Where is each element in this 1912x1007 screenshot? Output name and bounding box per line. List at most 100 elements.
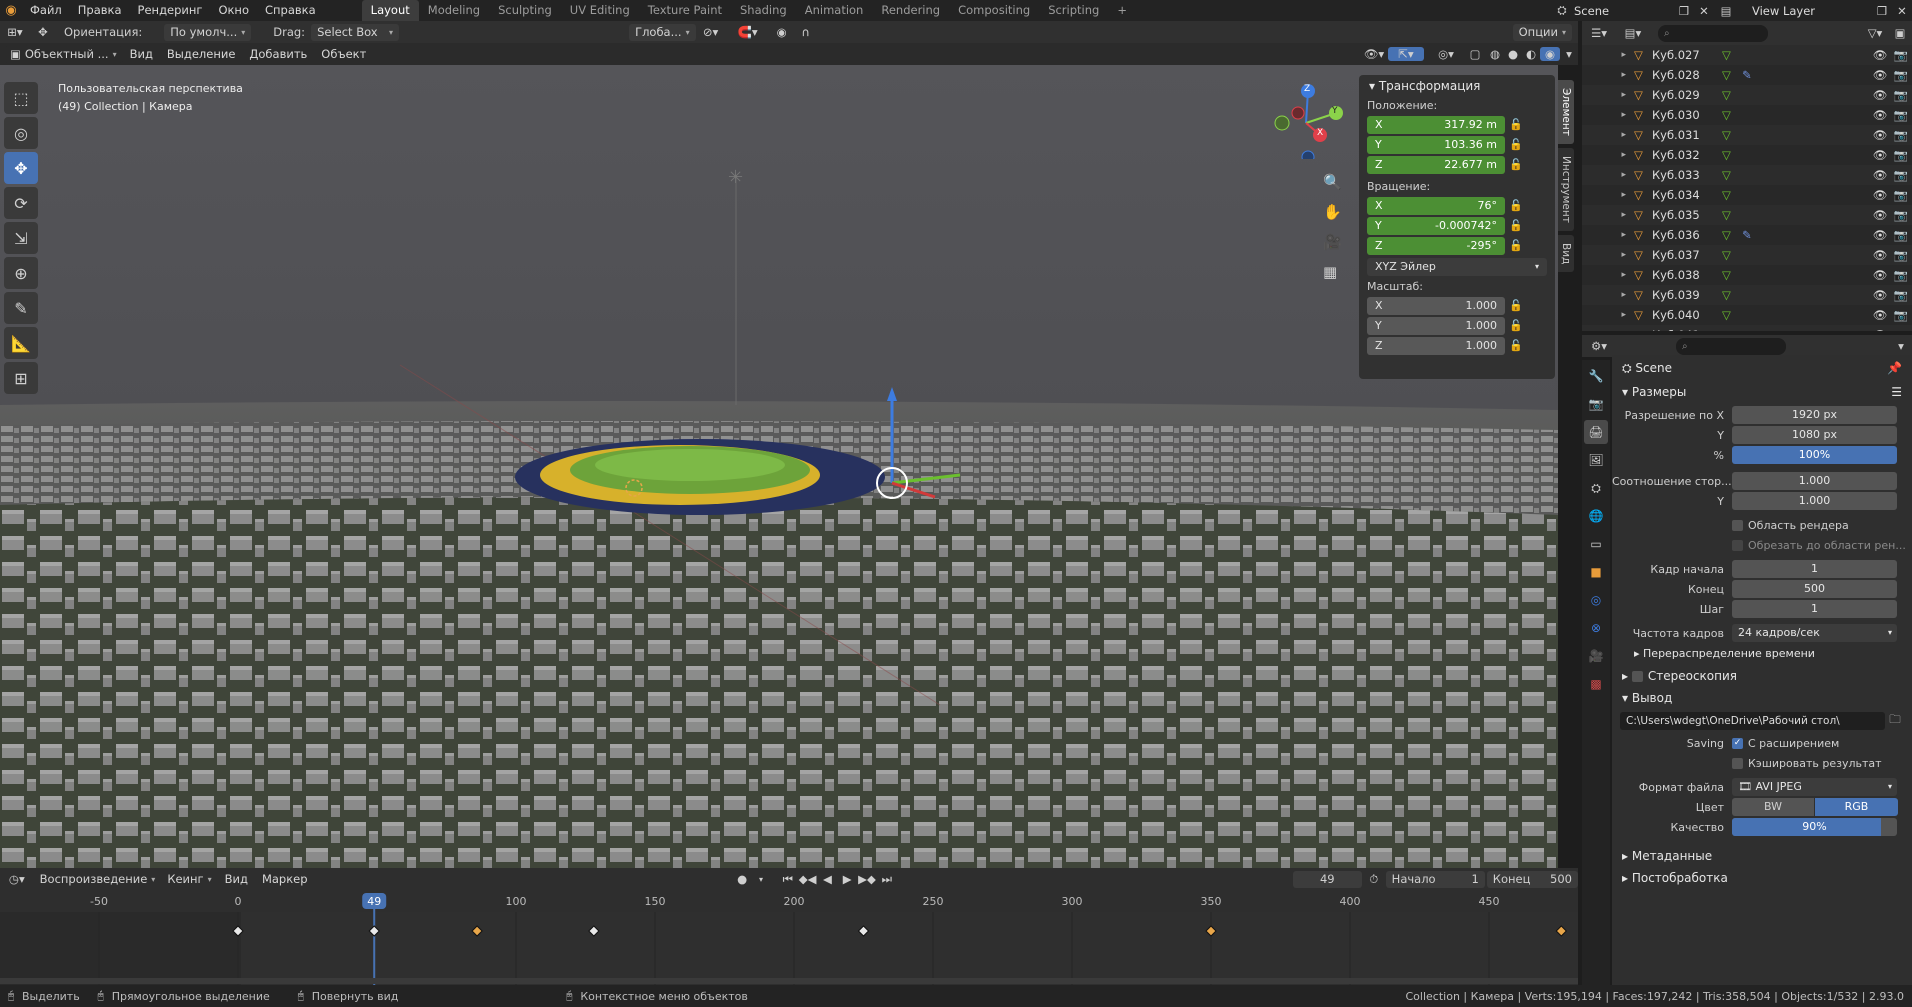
- scale-x-field[interactable]: X 1.000: [1367, 296, 1505, 315]
- display-mode-icon[interactable]: ▤▾: [1616, 26, 1650, 40]
- output-tab-icon[interactable]: 🖨: [1584, 420, 1608, 444]
- menu-help[interactable]: Справка: [257, 0, 324, 21]
- outliner-row[interactable]: ▸ ▽ Куб.032 ▽ 👁 📷: [1582, 145, 1912, 165]
- falloff-icon[interactable]: ∩: [794, 25, 818, 39]
- prev-keyframe-icon[interactable]: ◆◀: [798, 872, 818, 886]
- play-reverse-icon[interactable]: ◀: [817, 872, 837, 886]
- outliner-row[interactable]: ▸ ▽ Куб.038 ▽ 👁 📷: [1582, 265, 1912, 285]
- 3d-viewport[interactable]: ✳ Пользовательская перспектива (49) Coll…: [0, 65, 1558, 868]
- outliner-item-label[interactable]: Куб.041: [1652, 328, 1722, 331]
- file-format-dropdown[interactable]: 🎞 AVI JPEG ▾: [1732, 778, 1897, 796]
- view-layer-tab-icon[interactable]: 🖼: [1584, 448, 1608, 472]
- section-output[interactable]: ▾ Вывод: [1612, 687, 1912, 709]
- record-icon[interactable]: ●: [730, 872, 754, 886]
- tab-item[interactable]: Элемент: [1558, 80, 1574, 144]
- visibility-eye-icon[interactable]: 👁: [1870, 168, 1890, 182]
- location-x-field[interactable]: X 317.92 m: [1367, 115, 1505, 134]
- timeline-view-menu[interactable]: Вид: [218, 872, 255, 886]
- render-camera-icon[interactable]: 📷: [1890, 68, 1912, 82]
- outliner-row[interactable]: ▸ ▽ Куб.035 ▽ 👁 📷: [1582, 205, 1912, 225]
- world-tab-icon[interactable]: 🌐: [1584, 504, 1608, 528]
- properties-options-icon[interactable]: ▾: [1890, 339, 1912, 353]
- rotate-icon[interactable]: ⟳: [4, 187, 38, 219]
- location-y-field[interactable]: Y 103.36 m: [1367, 135, 1505, 154]
- mode-dropdown[interactable]: ▣ Объектный ... ▾: [4, 45, 123, 63]
- end-field[interactable]: Конец 500: [1486, 870, 1578, 888]
- lock-icon[interactable]: 🔓: [1505, 158, 1527, 171]
- timeline-scrollbar[interactable]: [0, 978, 1578, 984]
- measure-icon[interactable]: 📐: [4, 327, 38, 359]
- lock-icon[interactable]: 🔓: [1505, 319, 1527, 332]
- outliner-item-label[interactable]: Куб.030: [1652, 108, 1722, 122]
- expand-arrow-icon[interactable]: ▸: [1582, 310, 1634, 320]
- play-icon[interactable]: ▶: [837, 872, 857, 886]
- menu-file[interactable]: Файл: [22, 0, 70, 21]
- rotation-y-field[interactable]: Y -0.000742°: [1367, 216, 1505, 235]
- render-camera-icon[interactable]: 📷: [1890, 188, 1912, 202]
- xray-icon[interactable]: ▢: [1464, 47, 1486, 61]
- start-field[interactable]: Начало 1: [1385, 870, 1485, 888]
- texture-tab-icon[interactable]: ▩: [1584, 672, 1608, 696]
- add-workspace-icon[interactable]: +: [1108, 0, 1136, 21]
- pivot-icon[interactable]: ⊘▾: [696, 25, 726, 39]
- outliner-row[interactable]: ▸ ▽ Куб.027 ▽ 👁 📷: [1582, 45, 1912, 65]
- expand-arrow-icon[interactable]: ▸: [1582, 90, 1634, 100]
- properties-editor-icon[interactable]: ⚙▾: [1582, 339, 1616, 353]
- render-camera-icon[interactable]: 📷: [1890, 88, 1912, 102]
- cache-result-checkbox[interactable]: [1732, 757, 1743, 769]
- proportional-edit-icon[interactable]: ◉: [770, 25, 794, 39]
- rendered-shading-icon[interactable]: ◉: [1540, 47, 1560, 61]
- lock-icon[interactable]: 🔓: [1505, 219, 1527, 232]
- scale-y-field[interactable]: Y 1.000: [1367, 316, 1505, 335]
- outliner-editor-icon[interactable]: ☰▾: [1582, 26, 1616, 40]
- visibility-eye-icon[interactable]: 👁: [1870, 288, 1890, 302]
- presets-icon[interactable]: ☰: [1891, 381, 1902, 403]
- frame-step-field[interactable]: 1: [1732, 600, 1897, 618]
- drag-dropdown[interactable]: Select Box ▾: [311, 23, 400, 41]
- collection-tab-icon[interactable]: ▭: [1584, 532, 1608, 556]
- outliner-row[interactable]: ▸ ▽ Куб.031 ▽ 👁 📷: [1582, 125, 1912, 145]
- tab-compositing[interactable]: Compositing: [949, 0, 1039, 21]
- visibility-eye-icon[interactable]: 👁: [1870, 128, 1890, 142]
- visibility-eye-icon[interactable]: 👁: [1870, 228, 1890, 242]
- outliner-item-label[interactable]: Куб.038: [1652, 268, 1722, 282]
- pin-icon[interactable]: 📌: [1887, 355, 1902, 381]
- outliner-item-label[interactable]: Куб.027: [1652, 48, 1722, 62]
- expand-arrow-icon[interactable]: ▸: [1582, 130, 1634, 140]
- visibility-eye-icon[interactable]: 👁: [1870, 208, 1890, 222]
- tab-rendering[interactable]: Rendering: [872, 0, 949, 21]
- tab-animation[interactable]: Animation: [796, 0, 873, 21]
- editor-type-icon[interactable]: ⊞▾: [0, 25, 30, 39]
- outliner-item-label[interactable]: Куб.034: [1652, 188, 1722, 202]
- visibility-eye-icon[interactable]: 👁: [1870, 268, 1890, 282]
- outliner-row[interactable]: ▸ ▽ Куб.040 ▽ 👁 📷: [1582, 305, 1912, 325]
- visibility-eye-icon[interactable]: 👁: [1870, 68, 1890, 82]
- crop-region-checkbox[interactable]: [1732, 539, 1743, 551]
- menu-object[interactable]: Объект: [314, 47, 373, 61]
- transform-tool-icon[interactable]: ✥: [30, 25, 56, 39]
- render-camera-icon[interactable]: 📷: [1890, 128, 1912, 142]
- copy-layer-icon[interactable]: ❐: [1872, 4, 1892, 18]
- outliner-item-label[interactable]: Куб.037: [1652, 248, 1722, 262]
- menu-view[interactable]: Вид: [123, 47, 160, 61]
- tab-texture-paint[interactable]: Texture Paint: [639, 0, 731, 21]
- section-stereoscopy[interactable]: ▸ Стереоскопия: [1612, 665, 1912, 687]
- render-tab-icon[interactable]: 📷: [1584, 392, 1608, 416]
- render-camera-icon[interactable]: 📷: [1890, 308, 1912, 322]
- tool-tab-icon[interactable]: 🔧: [1584, 364, 1608, 388]
- outliner-item-label[interactable]: Куб.036: [1652, 228, 1722, 242]
- fps-dropdown[interactable]: 24 кадров/сек ▾: [1732, 624, 1897, 642]
- outliner-row[interactable]: ▸ ▽ Куб.037 ▽ 👁 📷: [1582, 245, 1912, 265]
- aspect-y-field[interactable]: 1.000: [1732, 492, 1897, 510]
- render-camera-icon[interactable]: 📷: [1890, 228, 1912, 242]
- current-frame-field[interactable]: 49: [1292, 870, 1362, 888]
- tab-shading[interactable]: Shading: [731, 0, 796, 21]
- record-options-icon[interactable]: ▾: [754, 875, 768, 884]
- expand-arrow-icon[interactable]: ▸: [1582, 250, 1634, 260]
- res-pct-slider[interactable]: 100%: [1732, 446, 1897, 464]
- tab-view[interactable]: Вид: [1558, 234, 1574, 273]
- menu-window[interactable]: Окно: [210, 0, 257, 21]
- pan-hand-icon[interactable]: ✋: [1323, 197, 1342, 227]
- tab-scripting[interactable]: Scripting: [1039, 0, 1108, 21]
- expand-arrow-icon[interactable]: ▸: [1582, 230, 1634, 240]
